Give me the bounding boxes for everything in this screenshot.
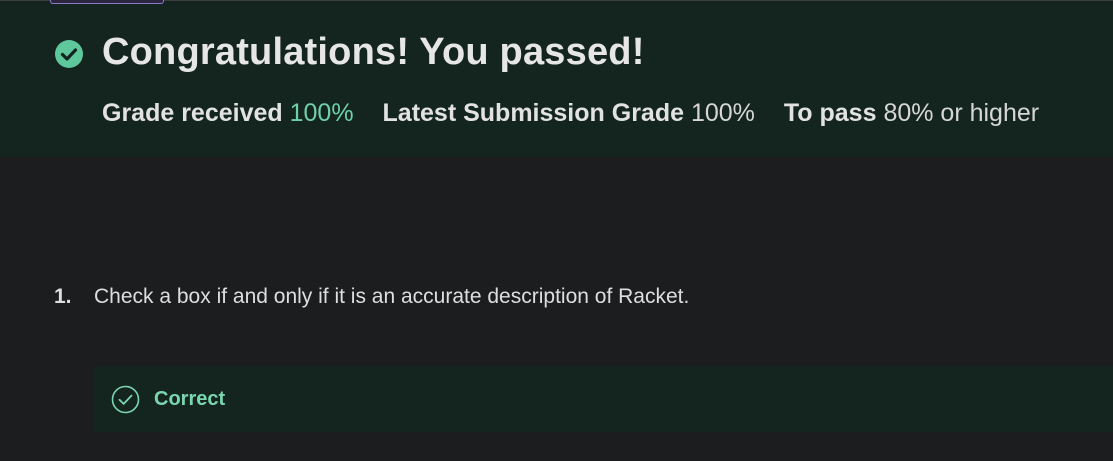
to-pass-label: To pass xyxy=(783,99,877,127)
grade-received-value: 100% xyxy=(289,99,354,127)
to-pass-value: 80% or higher xyxy=(883,99,1040,127)
check-circle-icon xyxy=(55,40,83,68)
grade-received-label: Grade received xyxy=(102,99,283,127)
grade-received: Grade received 100% xyxy=(102,99,354,127)
latest-submission-grade: Latest Submission Grade 100% xyxy=(383,99,755,127)
grade-summary: Grade received 100% Latest Submission Gr… xyxy=(102,99,1039,128)
result-banner: Congratulations! You passed! Grade recei… xyxy=(0,1,1113,157)
feedback-label: Correct xyxy=(154,388,226,410)
question-text: Check a box if and only if it is an accu… xyxy=(94,285,690,308)
question-number: 1. xyxy=(54,285,72,308)
pass-title: Congratulations! You passed! xyxy=(102,31,645,73)
top-tab-button[interactable] xyxy=(50,0,164,4)
question-item: 1. Check a box if and only if it is an ac… xyxy=(54,285,689,309)
check-circle-outline-icon xyxy=(111,385,140,414)
feedback-correct: Correct xyxy=(93,366,1113,432)
latest-submission-label: Latest Submission Grade xyxy=(382,99,684,127)
to-pass: To pass 80% or higher xyxy=(784,99,1039,127)
latest-submission-value: 100% xyxy=(690,99,755,127)
